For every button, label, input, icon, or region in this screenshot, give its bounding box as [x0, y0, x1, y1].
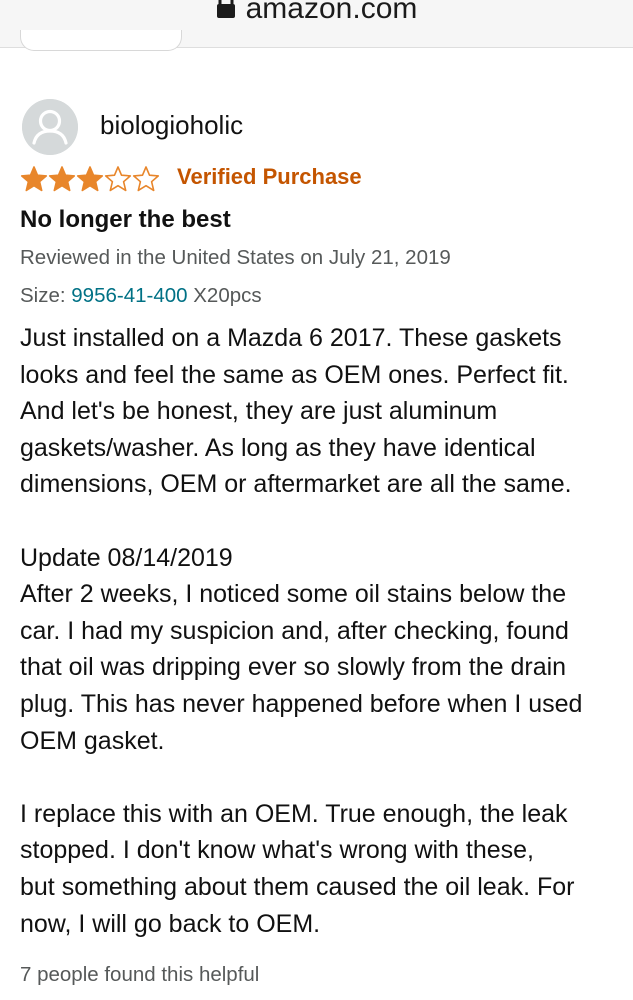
review-paragraph-3: I replace this with an OEM. True enough,… — [20, 796, 620, 942]
review-line: After 2 weeks, I noticed some oil stains… — [20, 580, 567, 609]
review-title: No longer the best — [20, 206, 231, 233]
url-display[interactable]: amazon.com — [0, 0, 633, 26]
review-line: that oil was dripping ever so slowly fro… — [20, 653, 567, 682]
lock-icon — [216, 0, 235, 18]
review-line: OEM gasket. — [20, 726, 165, 755]
review-line: now, I will go back to OEM. — [20, 909, 321, 938]
review-paragraph-2: Update 08/14/2019 After 2 weeks, I notic… — [20, 540, 620, 760]
review-line: gaskets/washer. As long as they have ide… — [20, 433, 536, 462]
review-line: stopped. I don't know what's wrong with … — [20, 836, 535, 865]
partially-hidden-button[interactable] — [20, 30, 182, 51]
review-line: car. I had my suspicion and, after check… — [20, 616, 569, 645]
star-empty-icon — [104, 166, 132, 192]
star-filled-icon — [48, 166, 76, 192]
star-filled-icon — [76, 166, 104, 192]
reviewer-name[interactable]: biologioholic — [100, 110, 243, 141]
review-line: And let's be honest, they are just alumi… — [20, 397, 498, 426]
url-text: amazon.com — [245, 0, 418, 25]
star-rating — [20, 164, 160, 194]
size-info: Size: 9956-41-400 X20pcs — [20, 284, 262, 308]
star-filled-icon — [20, 166, 48, 192]
review-line: but something about them caused the oil … — [20, 872, 575, 901]
star-empty-icon — [132, 166, 160, 192]
review-line: dimensions, OEM or aftermarket are all t… — [20, 470, 572, 499]
review-body: Just installed on a Mazda 6 2017. These … — [20, 320, 620, 979]
update-heading: Update 08/14/2019 — [20, 543, 233, 572]
review-line: plug. This has never happened before whe… — [20, 689, 583, 718]
size-suffix: X20pcs — [193, 284, 262, 307]
user-avatar-icon — [22, 99, 78, 155]
size-label: Size: — [20, 284, 66, 307]
review-line: Just installed on a Mazda 6 2017. These … — [20, 324, 562, 352]
size-value-link[interactable]: 9956-41-400 — [71, 284, 187, 307]
review-line: looks and feel the same as OEM ones. Per… — [20, 360, 569, 389]
review-paragraph-1: Just installed on a Mazda 6 2017. These … — [20, 320, 620, 503]
review-date: Reviewed in the United States on July 21… — [20, 246, 451, 269]
verified-purchase-badge: Verified Purchase — [177, 164, 362, 189]
review-line: I replace this with an OEM. True enough,… — [20, 799, 568, 828]
helpful-count: 7 people found this helpful — [20, 963, 260, 986]
